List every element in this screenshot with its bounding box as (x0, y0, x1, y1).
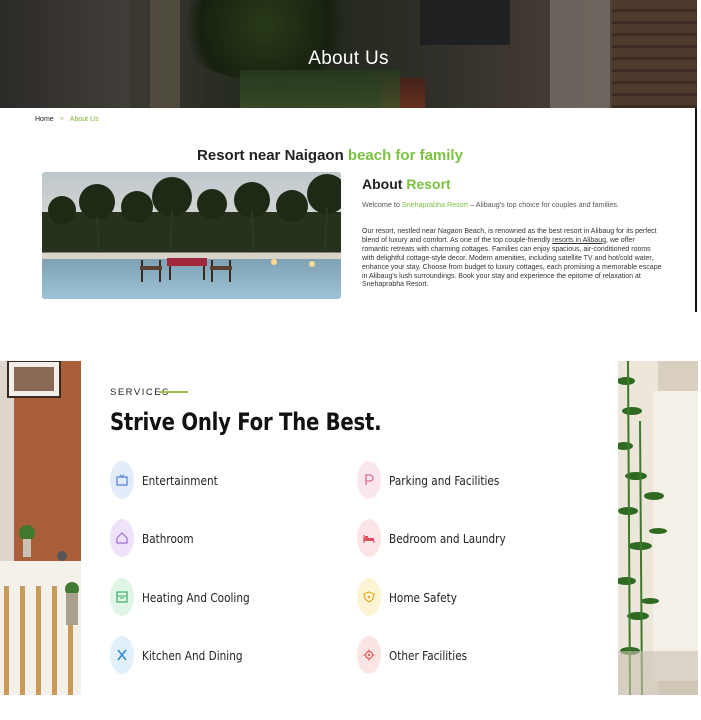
breadcrumb: Home > About Us (35, 116, 99, 123)
service-label: Bedroom and Laundry (389, 530, 506, 546)
about-welcome: Welcome to Snehaprabha Resort – Alibaug'… (362, 200, 662, 210)
shield-icon (357, 578, 381, 616)
services-right-photo (618, 361, 698, 695)
service-label: Heating And Cooling (142, 589, 250, 605)
services-title: Strive Only For The Best. (110, 408, 382, 436)
parking-icon (357, 461, 381, 499)
breadcrumb-separator: > (59, 116, 64, 123)
service-label: Home Safety (389, 589, 457, 605)
service-home-safety[interactable]: Home Safety (357, 578, 470, 616)
about-title-highlight: Resort (406, 176, 451, 192)
about-title-text: About (362, 176, 407, 192)
section-heading-highlight: beach for family (347, 147, 463, 164)
page-title: About Us (308, 48, 389, 69)
welcome-prefix: Welcome to (362, 200, 402, 209)
services-eyebrow-line (159, 391, 188, 393)
interior-right-illustration (618, 361, 698, 695)
about-title: About Resort (362, 176, 451, 192)
service-label: Other Facilities (389, 647, 468, 663)
welcome-suffix: – Alibaug's top choice for couples and f… (468, 200, 619, 209)
breadcrumb-current: About Us (69, 116, 99, 123)
about-body-part2: , we offer romantic retreats with charmi… (362, 236, 662, 289)
interior-left-illustration (0, 361, 81, 695)
service-heating-cooling[interactable]: Heating And Cooling (110, 578, 270, 616)
scrollbar-edge (695, 108, 697, 312)
welcome-resort-link[interactable]: Snehaprabha Resort (402, 200, 468, 209)
tv-icon (110, 461, 134, 499)
breadcrumb-home-link[interactable]: Home (35, 116, 54, 123)
service-other-facilities[interactable]: Other Facilities (357, 636, 482, 674)
utensils-icon (110, 636, 134, 674)
service-label: Bathroom (142, 530, 194, 546)
service-kitchen-dining[interactable]: Kitchen And Dining (110, 636, 262, 674)
service-bedroom-laundry[interactable]: Bedroom and Laundry (357, 519, 528, 557)
service-label: Entertainment (142, 472, 218, 488)
services-left-photo (0, 361, 81, 695)
home-icon (110, 519, 134, 557)
service-entertainment[interactable]: Entertainment (110, 461, 232, 499)
section-heading-text: Resort near Naigaon (197, 147, 348, 164)
gear-icon (357, 636, 381, 674)
resort-terrace-image (42, 172, 341, 299)
heater-icon (110, 578, 134, 616)
service-parking[interactable]: Parking and Facilities (357, 461, 520, 499)
about-body: Our resort, nestled near Nagaon Beach, i… (362, 228, 662, 290)
hero-banner: About Us (0, 0, 697, 108)
service-label: Kitchen And Dining (142, 647, 243, 663)
section-heading: Resort near Naigaon beach for family (0, 147, 660, 164)
bed-icon (357, 519, 381, 557)
service-bathroom[interactable]: Bathroom (110, 519, 203, 557)
resort-terrace-illustration (42, 172, 341, 299)
service-label: Parking and Facilities (389, 472, 500, 488)
resorts-in-alibaug-link[interactable]: resorts in Alibaug (552, 237, 606, 244)
